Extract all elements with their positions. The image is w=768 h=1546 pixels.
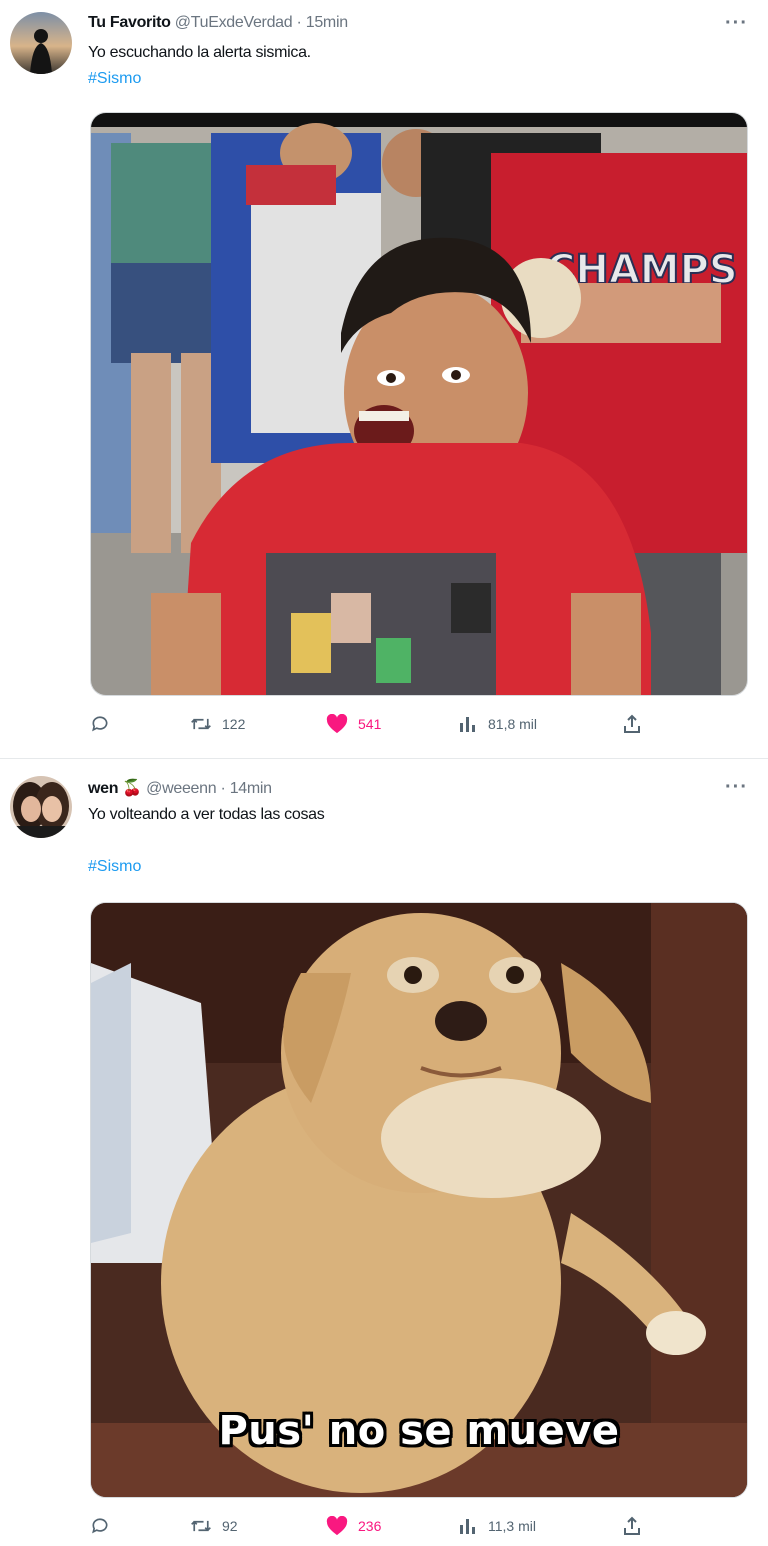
tweet-actions: 122 541 81,8 mil [0, 714, 768, 744]
views-count: 81,8 mil [488, 716, 538, 732]
avatar[interactable] [10, 12, 72, 74]
share-icon [624, 714, 640, 733]
author-name[interactable]: Tu Favorito [88, 14, 171, 31]
more-icon[interactable]: ··· [725, 776, 748, 799]
media-caption: Pus' no se mueve [218, 1408, 620, 1454]
reply-icon [92, 716, 108, 732]
views-button[interactable]: 81,8 mil [458, 714, 537, 734]
tweet-media-image[interactable]: Pus' no se mueve [90, 902, 748, 1498]
separator-dot: · [220, 780, 226, 797]
tweet-text: Yo escuchando la alerta sismica. [88, 44, 311, 61]
views-icon [460, 1519, 475, 1534]
tweet-media-image[interactable]: CHAMPS [90, 112, 748, 696]
timestamp[interactable]: 15min [306, 14, 348, 31]
retweet-button[interactable]: 92 [190, 1516, 238, 1536]
tweet-1[interactable]: Tu Favorito @TuExdeVerdad · 15min ··· Yo… [0, 0, 768, 760]
like-count: 541 [358, 716, 382, 732]
author-handle[interactable]: @TuExdeVerdad [175, 14, 293, 31]
views-count: 11,3 mil [488, 1518, 536, 1534]
more-icon[interactable]: ··· [725, 12, 748, 35]
tweet-2[interactable]: wen 🍒 @weeenn · 14min ··· Yo volteando a… [0, 760, 768, 1536]
heart-icon [326, 1516, 348, 1536]
views-icon [460, 717, 475, 732]
hashtag-link[interactable]: #Sismo [88, 858, 141, 876]
cherry-emoji: 🍒 [122, 780, 142, 797]
reply-icon [92, 1518, 108, 1534]
reply-button[interactable] [90, 714, 120, 734]
retweet-icon [191, 718, 211, 730]
retweet-icon [191, 1520, 211, 1532]
like-button[interactable]: 541 [326, 714, 381, 734]
retweet-count: 92 [222, 1518, 238, 1534]
heart-icon [326, 714, 348, 734]
author-name[interactable]: wen [88, 780, 119, 797]
tweet-actions: 92 236 11,3 mil [0, 1516, 768, 1546]
author-handle[interactable]: @weeenn [146, 780, 217, 797]
views-button[interactable]: 11,3 mil [458, 1516, 536, 1536]
avatar[interactable] [10, 776, 72, 838]
share-button[interactable] [622, 1516, 642, 1536]
tweet-text: Yo volteando a ver todas las cosas [88, 806, 325, 823]
retweet-count: 122 [222, 716, 246, 732]
share-icon [624, 1516, 640, 1535]
like-button[interactable]: 236 [326, 1516, 381, 1536]
timestamp[interactable]: 14min [230, 780, 272, 797]
reply-button[interactable] [90, 1516, 120, 1536]
separator-dot: · [296, 14, 302, 31]
hashtag-link[interactable]: #Sismo [88, 70, 141, 88]
like-count: 236 [358, 1518, 382, 1534]
share-button[interactable] [622, 714, 642, 734]
tweet-divider [0, 758, 768, 759]
retweet-button[interactable]: 122 [190, 714, 245, 734]
